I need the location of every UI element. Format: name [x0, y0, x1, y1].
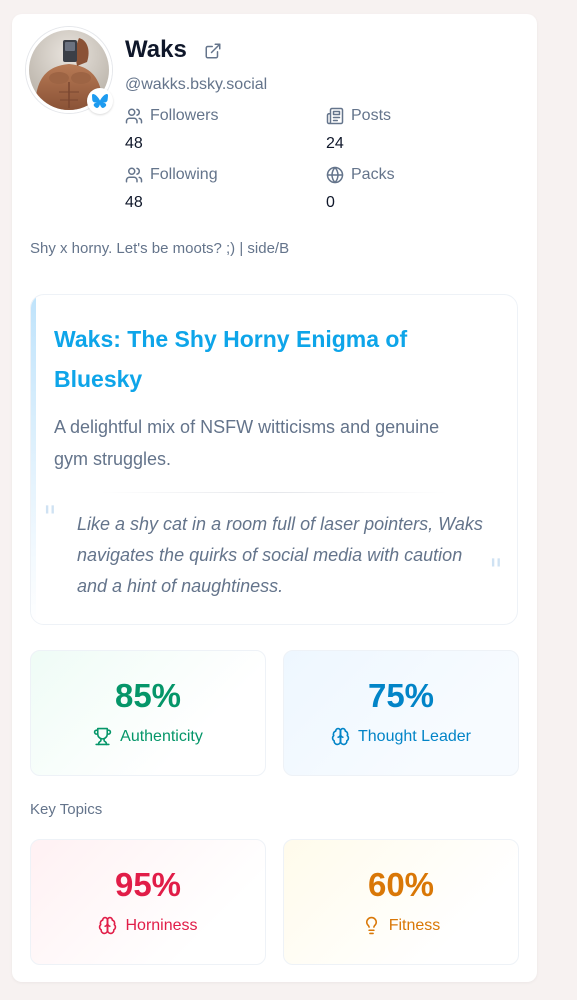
metric-label: Thought Leader: [358, 727, 471, 745]
followers-stat-label[interactable]: Followers: [125, 107, 218, 125]
topic-value: 60%: [367, 866, 435, 903]
metric-value: 85%: [114, 677, 182, 714]
butterfly-icon: [92, 94, 108, 108]
trophy-icon: [93, 727, 112, 746]
profile-bio: Shy x horny. Let's be moots? ;) | side/B: [30, 240, 290, 257]
globe-icon: [326, 166, 344, 184]
posts-label: Posts: [351, 107, 392, 124]
summary-title: Waks: The Shy Horny Enigma of Bluesky: [54, 326, 408, 392]
divider: [101, 492, 447, 493]
packs-stat-label[interactable]: Packs: [326, 166, 395, 184]
topic-card-horniness: 95% Horniness: [30, 839, 266, 965]
summary-description: A delightful mix of NSFW witticisms and …: [54, 417, 440, 469]
brain-icon: [99, 916, 117, 935]
packs-label: Packs: [351, 166, 395, 183]
summary-quote: Like a shy cat in a room full of laser p…: [77, 514, 483, 596]
profile-handle[interactable]: @wakks.bsky.social: [125, 76, 267, 94]
bluesky-badge: [87, 88, 113, 114]
following-stat-label[interactable]: Following: [125, 166, 218, 184]
users-icon: [125, 108, 143, 124]
topic-card-fitness: 60% Fitness: [283, 839, 519, 965]
followers-label: Followers: [150, 107, 219, 124]
newspaper-icon: [326, 107, 344, 125]
followers-count: 48: [125, 135, 143, 152]
following-count: 48: [125, 194, 143, 211]
topic-label: Horniness: [125, 916, 198, 934]
posts-stat-label[interactable]: Posts: [326, 107, 391, 125]
metric-value: 75%: [367, 677, 435, 714]
metric-card-thought-leader: 75% Thought Leader: [283, 650, 519, 776]
metric-label: Authenticity: [120, 727, 203, 745]
lightbulb-icon: [365, 916, 377, 935]
quote-open-icon: ": [43, 500, 57, 535]
quote-close-icon: ": [489, 553, 503, 588]
profile-name: Waks: [125, 36, 187, 63]
external-link-icon[interactable]: [204, 42, 222, 65]
topic-label: Fitness: [388, 916, 441, 934]
summary-card: Waks: The Shy Horny Enigma of Bluesky A …: [30, 294, 518, 625]
packs-count: 0: [326, 194, 335, 211]
following-label: Following: [150, 166, 218, 183]
user-icon: [125, 167, 143, 183]
metric-card-authenticity: 85% Authenticity: [30, 650, 266, 776]
topic-value: 95%: [114, 866, 182, 903]
key-topics-heading: Key Topics: [30, 801, 103, 818]
posts-count: 24: [326, 135, 344, 152]
brain-icon: [331, 727, 350, 746]
